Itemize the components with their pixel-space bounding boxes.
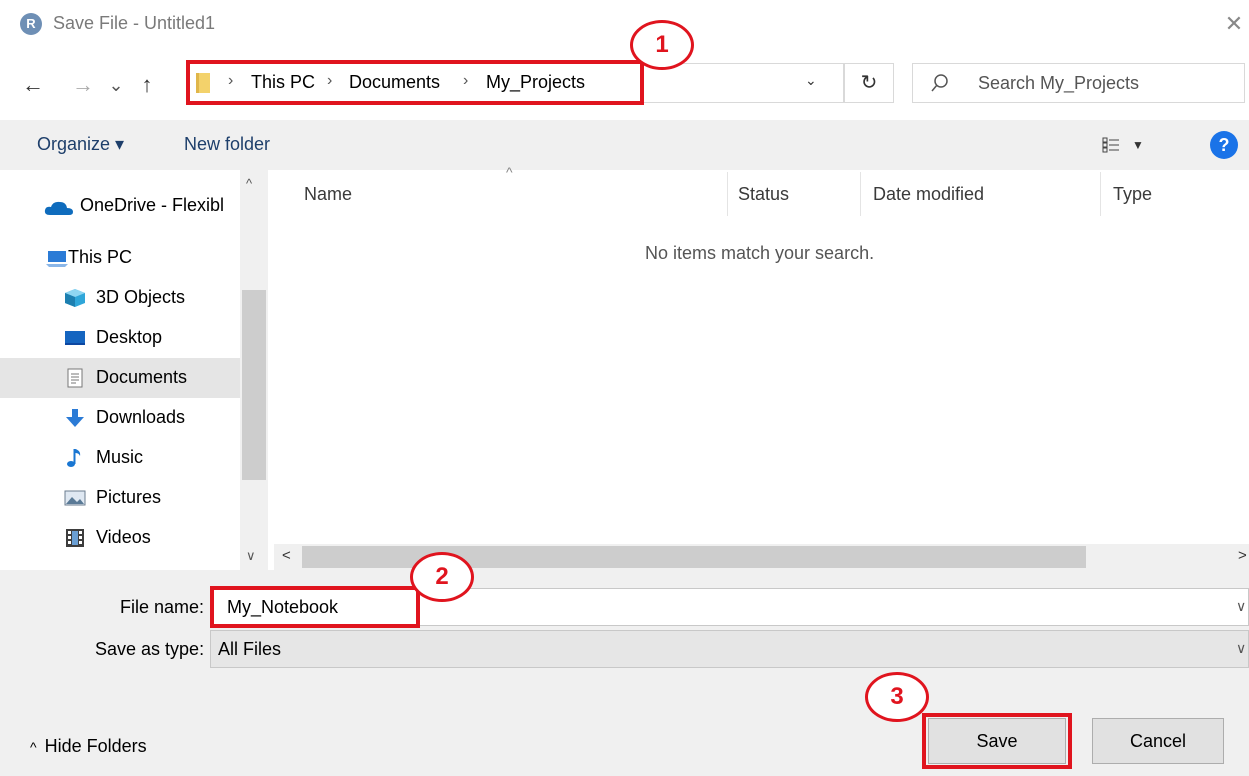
column-header-type[interactable]: Type bbox=[1113, 184, 1152, 205]
column-divider[interactable] bbox=[727, 172, 728, 216]
back-arrow-icon[interactable]: ← bbox=[18, 70, 48, 100]
music-icon bbox=[67, 449, 81, 467]
save-as-type-dropdown-icon[interactable]: ∨ bbox=[1236, 640, 1246, 657]
sidebar-item-videos[interactable]: Videos bbox=[0, 518, 240, 558]
sidebar-item-documents[interactable]: Documents bbox=[0, 358, 240, 398]
file-name-label: File name: bbox=[120, 597, 205, 617]
annotation-highlight-address bbox=[186, 60, 644, 105]
search-placeholder: Search My_Projects bbox=[978, 73, 1140, 93]
organize-button[interactable]: Organize ▾ bbox=[37, 134, 124, 155]
refresh-button[interactable]: ↻ bbox=[844, 63, 894, 103]
window-title: Save File - Untitled1 bbox=[53, 13, 216, 33]
view-options-icon[interactable] bbox=[1102, 137, 1120, 153]
annotation-highlight-save bbox=[922, 713, 1072, 769]
annotation-badge-3: 3 bbox=[865, 672, 929, 722]
sidebar-item-this-pc[interactable]: This PC bbox=[0, 238, 240, 278]
picture-icon bbox=[64, 490, 86, 506]
computer-icon bbox=[46, 251, 68, 267]
cancel-button[interactable]: Cancel bbox=[1092, 718, 1224, 764]
save-as-type-label: Save as type: bbox=[95, 639, 205, 659]
sidebar-item-label: Desktop bbox=[96, 327, 163, 347]
sidebar-item-label: 3D Objects bbox=[96, 287, 186, 307]
help-icon[interactable]: ? bbox=[1210, 131, 1238, 159]
annotation-badge-1: 1 bbox=[630, 20, 694, 70]
scroll-right-icon[interactable]: > bbox=[1238, 547, 1247, 564]
search-icon bbox=[931, 74, 948, 92]
sidebar-item-label: Videos bbox=[96, 527, 151, 547]
cloud-icon bbox=[44, 201, 73, 215]
column-header-status[interactable]: Status bbox=[738, 184, 789, 205]
sidebar-item-label: Pictures bbox=[96, 487, 162, 507]
r-app-icon: R bbox=[20, 13, 42, 35]
file-name-dropdown-icon[interactable]: ∨ bbox=[1236, 598, 1246, 615]
close-icon[interactable]: ✕ bbox=[1222, 12, 1246, 36]
scroll-down-icon[interactable]: ∨ bbox=[246, 548, 256, 564]
column-divider[interactable] bbox=[1100, 172, 1101, 216]
recent-locations-chevron-icon[interactable]: ⌄ bbox=[104, 70, 128, 100]
navigation-pane: OneDrive - Flexibl This PC 3D Objects De… bbox=[0, 170, 268, 570]
new-folder-button[interactable]: New folder bbox=[184, 134, 270, 155]
sidebar-scrollbar-thumb[interactable] bbox=[242, 290, 266, 480]
video-icon bbox=[66, 529, 84, 547]
hide-folders-label: Hide Folders bbox=[44, 736, 147, 756]
desktop-icon bbox=[65, 331, 85, 345]
sidebar-item-label: OneDrive - Flexibl bbox=[80, 195, 225, 215]
address-dropdown-icon[interactable]: ⌄ bbox=[805, 72, 817, 89]
scroll-up-icon[interactable]: ^ bbox=[246, 176, 252, 191]
sidebar-item-downloads[interactable]: Downloads bbox=[0, 398, 240, 438]
chevron-up-icon: ^ bbox=[30, 739, 37, 755]
save-as-type-select[interactable] bbox=[210, 630, 1249, 668]
column-divider[interactable] bbox=[860, 172, 861, 216]
up-arrow-icon[interactable]: ↑ bbox=[132, 70, 162, 100]
sidebar-item-label: Documents bbox=[96, 367, 188, 387]
forward-arrow-icon[interactable]: → bbox=[68, 70, 98, 100]
annotation-badge-2: 2 bbox=[410, 552, 474, 602]
sidebar-item-label: Downloads bbox=[96, 407, 186, 427]
sidebar-item-onedrive[interactable]: OneDrive - Flexibl bbox=[0, 186, 240, 226]
column-header-name[interactable]: Name bbox=[304, 184, 352, 205]
download-icon bbox=[66, 409, 84, 427]
document-icon bbox=[67, 368, 83, 388]
empty-list-message: No items match your search. bbox=[645, 243, 875, 263]
annotation-highlight-filename bbox=[210, 586, 420, 628]
column-header-date-modified[interactable]: Date modified bbox=[873, 184, 984, 205]
view-options-dropdown-icon[interactable]: ▼ bbox=[1132, 138, 1144, 152]
hide-folders-button[interactable]: ^ Hide Folders bbox=[30, 736, 147, 757]
sidebar-item-pictures[interactable]: Pictures bbox=[0, 478, 240, 518]
sidebar-item-label: This PC bbox=[68, 247, 133, 267]
cube-icon bbox=[65, 289, 85, 307]
sidebar-item-label: Music bbox=[96, 447, 144, 467]
save-as-type-value: All Files bbox=[218, 639, 282, 659]
sidebar-item-3d-objects[interactable]: 3D Objects bbox=[0, 278, 240, 318]
scroll-left-icon[interactable]: < bbox=[282, 547, 291, 564]
sidebar-item-music[interactable]: Music bbox=[0, 438, 240, 478]
sort-ascending-icon: ^ bbox=[506, 164, 513, 180]
sidebar-item-desktop[interactable]: Desktop bbox=[0, 318, 240, 358]
